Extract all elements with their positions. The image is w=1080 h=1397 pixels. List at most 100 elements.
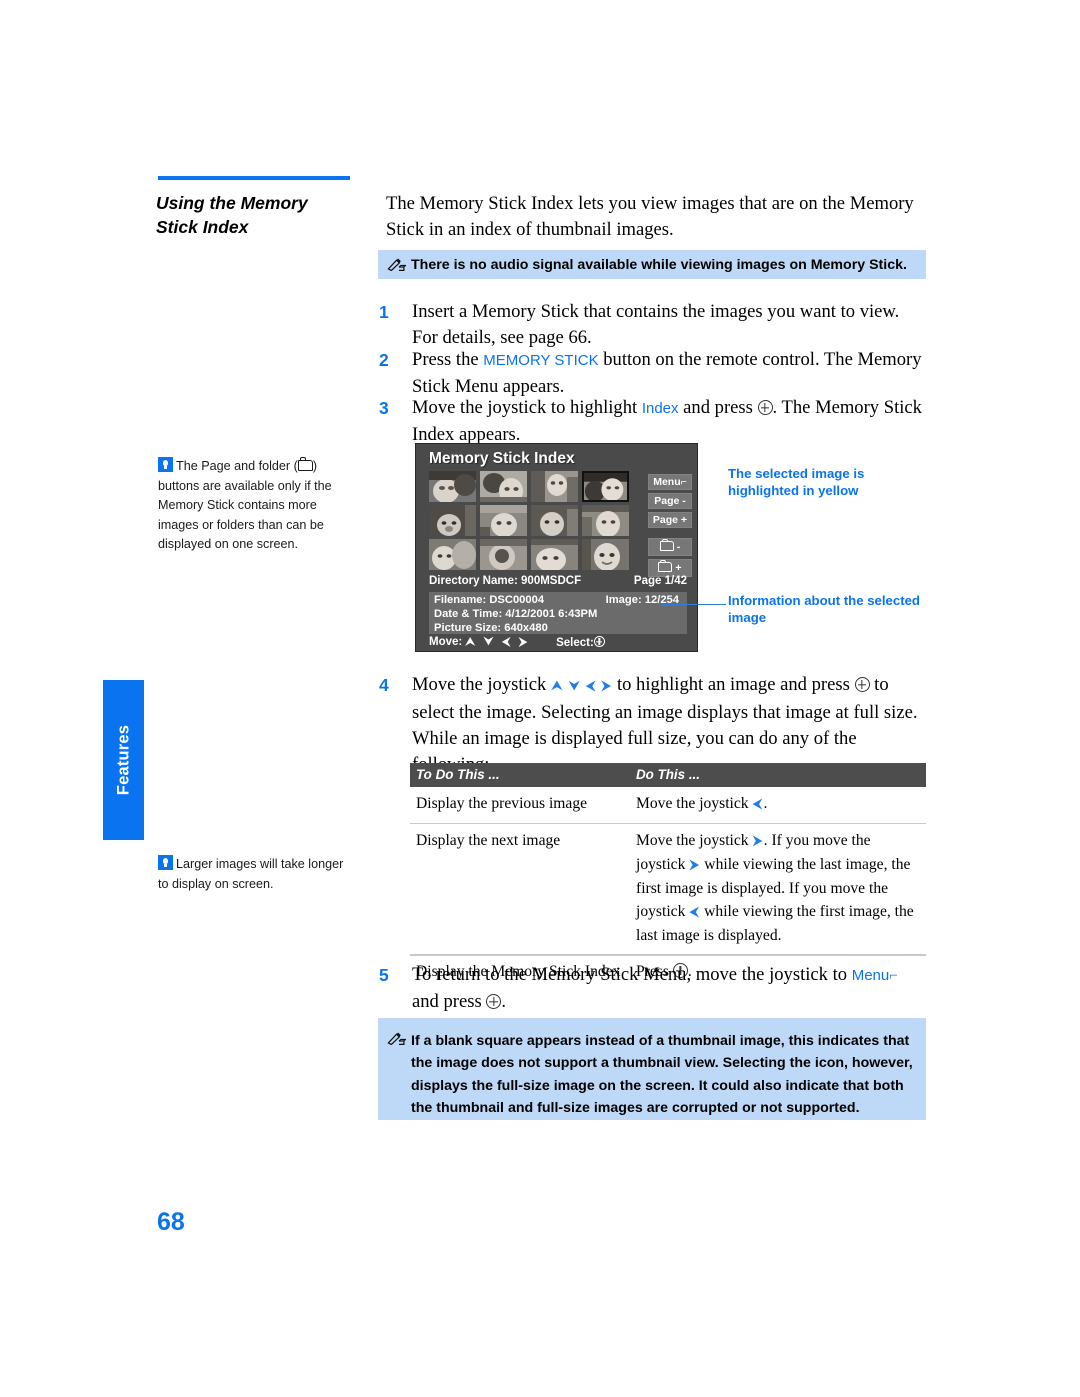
enter-button-icon: [854, 677, 870, 692]
step-2: 2 Press the MEMORY STICK button on the r…: [379, 347, 927, 400]
step-5-text-a: To return to the Memory Stick Menu, move…: [412, 964, 852, 985]
step-2-number: 2: [379, 350, 389, 370]
note-pencil-icon: [387, 256, 408, 271]
joystick-left-arrow-icon: ⮜: [689, 905, 701, 920]
step-3-text-a: Move the joystick to highlight: [412, 397, 642, 418]
tip-note-1-text-a: The Page and folder (: [176, 459, 298, 473]
tv-page-indicator: Page 1/42: [633, 575, 687, 587]
step-4-text-a: Move the joystick: [412, 674, 551, 695]
thumbnail-item[interactable]: [531, 539, 578, 570]
thumbnail-item[interactable]: [480, 471, 527, 502]
step-4-text-b: to highlight an image and press: [612, 674, 855, 695]
tv-button-menu-label: Menu: [653, 476, 681, 488]
tv-move-hint: Move: ⮝ ⮟ ⮜ ⮞: [429, 636, 530, 649]
thumbnail-item[interactable]: [429, 471, 476, 502]
menu-label: Menu: [851, 967, 890, 984]
callout-selected-image: The selected image is highlighted in yel…: [728, 466, 865, 498]
step-1-text: Insert a Memory Stick that contains the …: [412, 301, 900, 348]
note-blank-square: If a blank square appears instead of a t…: [378, 1018, 926, 1120]
note-pencil-icon: [387, 1030, 408, 1045]
intro-paragraph: The Memory Stick Index lets you view ima…: [386, 193, 914, 240]
enter-button-icon: [486, 994, 502, 1009]
instruction-text: .: [763, 795, 768, 812]
page-number: 68: [157, 1208, 185, 1236]
tip-note-2-text: Larger images will take longer to displa…: [158, 857, 344, 891]
tv-screen-title: Memory Stick Index: [429, 450, 575, 467]
thumbnail-item[interactable]: [531, 505, 578, 536]
tv-button-menu[interactable]: Menu⌐: [648, 474, 692, 490]
tv-directory-name: Directory Name: 900MSDCF: [429, 575, 582, 587]
table-cell-instruction: Move the joystick ⮜.: [630, 787, 926, 824]
step-5-text-b: and press: [412, 991, 487, 1012]
tv-button-folder-minus[interactable]: -: [648, 538, 692, 556]
step-1: 1 Insert a Memory Stick that contains th…: [379, 299, 927, 351]
step-5-text: To return to the Memory Stick Menu, move…: [412, 962, 927, 1015]
thumbnail-item[interactable]: [480, 505, 527, 536]
step-1-number: 1: [379, 302, 389, 322]
page-title: Using the Memory Stick Index: [156, 191, 366, 239]
tv-info-datetime: Date & Time: 4/12/2001 6:43PM: [434, 608, 598, 620]
note-audio-signal: There is no audio signal available while…: [378, 250, 926, 279]
tv-button-spacer: [648, 531, 692, 538]
table-cell-action: Display the previous image: [410, 787, 630, 824]
thumbnail-grid: [429, 471, 631, 572]
instruction-text: Move the joystick: [636, 795, 753, 812]
step-3: 3 Move the joystick to highlight Index a…: [379, 395, 927, 448]
tv-select-hint: Select:: [556, 636, 605, 649]
folder-icon: [297, 457, 313, 471]
step-5-text-c: .: [501, 991, 507, 1012]
page-title-line1: Using the Memory: [156, 193, 308, 213]
menu-return-arrow-icon: ⌐: [889, 968, 898, 984]
tip-note-page-folder: The Page and folder () buttons are avail…: [158, 457, 350, 555]
memory-stick-index-screen: Memory Stick Index Menu⌐ Page - Page + -…: [415, 443, 698, 652]
step-3-text-b: and press: [678, 397, 758, 418]
section-tab-features: Features: [103, 680, 144, 840]
memory-stick-button-label: MEMORY STICK: [483, 352, 599, 369]
tv-image-info-panel: Filename: DSC00004 Image: 12/254 Date & …: [429, 592, 687, 634]
tv-directory-line: Directory Name: 900MSDCF Page 1/42: [429, 575, 687, 587]
step-2-text-a: Press the: [412, 349, 484, 370]
table-row: Display the next image Move the joystick…: [410, 823, 926, 955]
step-3-text: Move the joystick to highlight Index and…: [412, 395, 927, 448]
step-3-number: 3: [379, 398, 389, 418]
table-bottom-rule: [410, 955, 926, 956]
thumbnail-item[interactable]: [582, 539, 629, 570]
tv-bottom-hint-bar: Move: ⮝ ⮟ ⮜ ⮞ Select:: [429, 636, 605, 649]
table-header-do-this: Do This ...: [630, 763, 926, 787]
thumbnail-item[interactable]: [429, 505, 476, 536]
step-5: 5 To return to the Memory Stick Menu, mo…: [379, 962, 927, 1015]
lightbulb-icon: [158, 855, 173, 870]
thumbnail-item-selected[interactable]: [582, 471, 629, 502]
tv-move-label: Move:: [429, 636, 463, 648]
tv-screen-buttons: Menu⌐ Page - Page + - +: [648, 474, 692, 580]
table-row: Display the previous image Move the joys…: [410, 787, 926, 824]
enter-button-icon: [593, 636, 605, 647]
table-cell-instruction: Move the joystick ⮞. If you move the joy…: [630, 823, 926, 955]
thumbnail-item[interactable]: [582, 505, 629, 536]
tv-button-folder-plus-label: +: [675, 562, 682, 574]
note-audio-signal-text: There is no audio signal available while…: [411, 257, 907, 273]
page-title-line2: Stick Index: [156, 217, 249, 237]
instruction-text: Move the joystick: [636, 832, 753, 849]
thumbnail-item[interactable]: [480, 539, 527, 570]
tv-info-row-filename: Filename: DSC00004 Image: 12/254: [434, 593, 687, 607]
table-header-row: To Do This ... Do This ...: [410, 763, 926, 787]
tv-button-page-minus[interactable]: Page -: [648, 493, 692, 509]
joystick-arrows-icon: ⮝ ⮟ ⮜ ⮞: [550, 679, 613, 694]
tv-move-arrows-icon: ⮝ ⮟ ⮜ ⮞: [465, 636, 531, 648]
note-blank-square-text: If a blank square appears instead of a t…: [411, 1032, 913, 1117]
thumbnail-item[interactable]: [429, 539, 476, 570]
table-cell-action: Display the next image: [410, 823, 630, 955]
step-2-text: Press the MEMORY STICK button on the rem…: [412, 347, 927, 400]
menu-return-arrow-icon: ⌐: [680, 476, 687, 488]
index-menu-label: Index: [641, 400, 679, 417]
lightbulb-icon: [158, 457, 173, 472]
folder-icon: [659, 538, 674, 551]
section-tab-label: Features: [114, 724, 132, 796]
joystick-left-arrow-icon: ⮜: [752, 797, 764, 812]
joystick-right-arrow-icon: ⮞: [752, 834, 764, 849]
joystick-right-arrow-icon: ⮞: [689, 858, 701, 873]
thumbnail-item[interactable]: [531, 471, 578, 502]
tv-button-page-plus[interactable]: Page +: [648, 512, 692, 528]
step-5-number: 5: [379, 965, 389, 985]
